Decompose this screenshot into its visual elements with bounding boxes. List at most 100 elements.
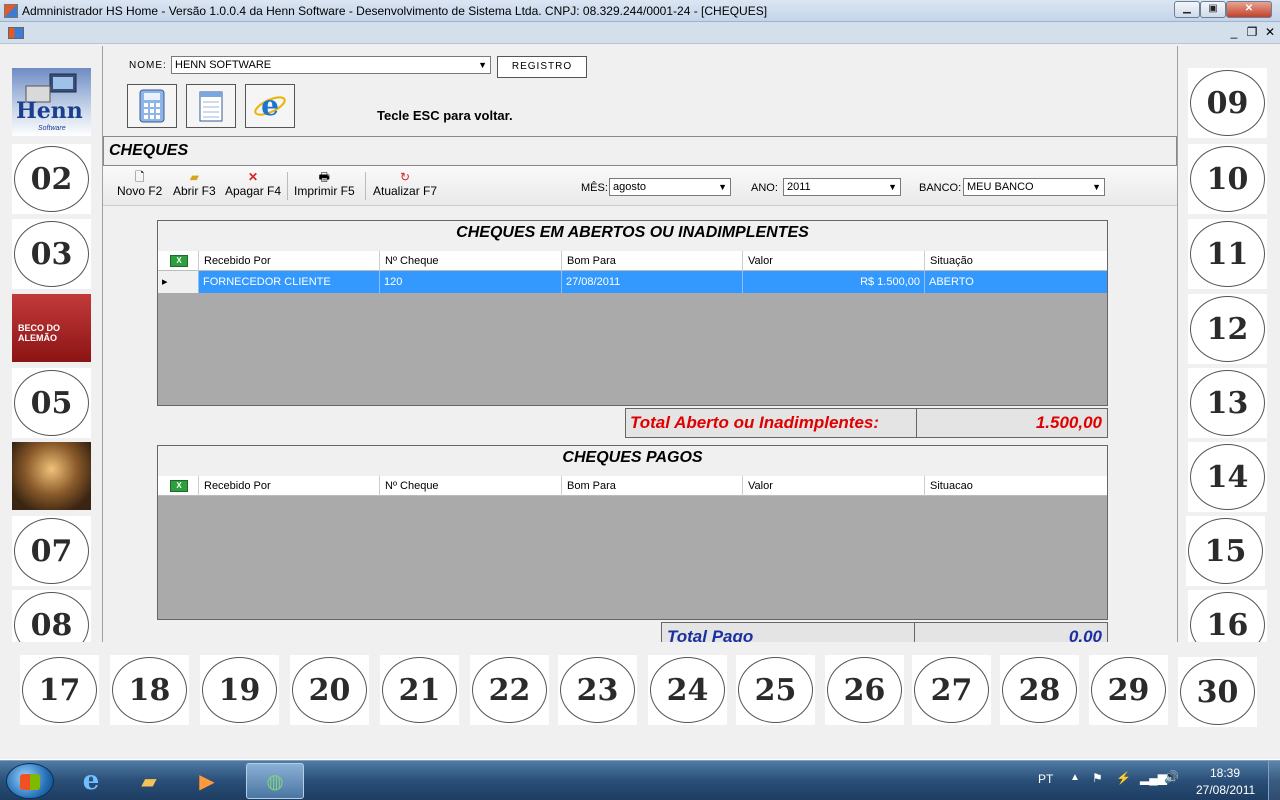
taskbar-media-player[interactable]: ▶	[178, 763, 236, 799]
shortcut-12[interactable]: 12	[1188, 294, 1267, 364]
shortcut-18[interactable]: 18	[110, 655, 189, 725]
excel-export-icon[interactable]: X	[170, 480, 188, 492]
cell-numero-cheque[interactable]: 120	[379, 271, 561, 293]
shortcut-17[interactable]: 17	[20, 655, 99, 725]
shortcut-07[interactable]: 07	[12, 516, 91, 586]
volume-icon[interactable]: 🔊	[1164, 770, 1179, 784]
shortcut-08[interactable]: 08	[12, 590, 91, 642]
mall-image-tile[interactable]	[12, 442, 91, 510]
shortcut-28[interactable]: 28	[1000, 655, 1079, 725]
cheques-header: CHEQUES	[103, 136, 1177, 166]
shortcut-05[interactable]: 05	[12, 368, 91, 438]
ano-select[interactable]: 2011 ▼	[783, 178, 901, 196]
column-numero-cheque[interactable]: Nº Cheque	[379, 476, 561, 496]
mes-select[interactable]: agosto ▼	[609, 178, 731, 196]
mdi-restore-button[interactable]: ❐	[1244, 25, 1260, 39]
shortcut-26[interactable]: 26	[825, 655, 904, 725]
maximize-button[interactable]: ▣	[1200, 1, 1226, 18]
shortcut-16[interactable]: 16	[1188, 590, 1267, 642]
shortcut-30[interactable]: 30	[1178, 657, 1257, 727]
mdi-close-button[interactable]: ✕	[1262, 25, 1278, 39]
shortcut-11[interactable]: 11	[1188, 219, 1267, 289]
start-button[interactable]	[6, 763, 54, 799]
power-icon[interactable]: ⚡	[1116, 771, 1131, 785]
shortcut-21[interactable]: 21	[380, 655, 459, 725]
toolbar: 🗋 Novo F2 ▰ Abrir F3 ✕ Apagar F4 🖶 Impri…	[103, 166, 1177, 206]
henn-software-tile[interactable]: Henn Software	[12, 68, 91, 136]
shortcut-23[interactable]: 23	[558, 655, 637, 725]
network-signal-icon[interactable]: ▂▄▆	[1140, 771, 1167, 785]
imprimir-button[interactable]: 🖶 Imprimir F5	[294, 170, 355, 198]
shortcut-27[interactable]: 27	[912, 655, 991, 725]
shortcut-25[interactable]: 25	[736, 655, 815, 725]
taskbar-hs-home[interactable]: ◍	[246, 763, 304, 799]
cell-valor[interactable]: R$ 1.500,00	[742, 271, 924, 293]
clock-time[interactable]: 18:39	[1210, 766, 1240, 780]
cell-bom-para[interactable]: 27/08/2011	[561, 271, 742, 293]
calculator-button[interactable]	[127, 84, 177, 128]
svg-text:e: e	[261, 89, 279, 122]
shortcut-15[interactable]: 15	[1186, 516, 1265, 586]
close-button[interactable]: ✕	[1226, 1, 1272, 18]
open-cheques-grid[interactable]: X Recebido Por Nº Cheque Bom Para Valor …	[158, 251, 1107, 405]
media-player-icon: ▶	[199, 770, 215, 793]
action-center-flag-icon[interactable]: ⚑	[1092, 771, 1103, 785]
apagar-button[interactable]: ✕ Apagar F4	[225, 170, 281, 198]
chevron-down-icon: ▼	[1092, 182, 1101, 192]
shortcut-03[interactable]: 03	[12, 219, 91, 289]
paid-cheques-panel: CHEQUES PAGOS X Recebido Por Nº Cheque B…	[157, 445, 1108, 620]
shortcut-22[interactable]: 22	[470, 655, 549, 725]
beco-do-alemao-tile[interactable]: BECO DO ALEMÃO	[12, 294, 91, 362]
shortcut-29[interactable]: 29	[1089, 655, 1168, 725]
column-numero-cheque[interactable]: Nº Cheque	[379, 251, 561, 271]
shortcut-09[interactable]: 09	[1188, 68, 1267, 138]
total-aberto-label: Total Aberto ou Inadimplentes:	[625, 408, 917, 438]
grid-header: X Recebido Por Nº Cheque Bom Para Valor …	[158, 251, 1107, 271]
table-row[interactable]: ▸ FORNECEDOR CLIENTE 120 27/08/2011 R$ 1…	[158, 271, 1107, 293]
nome-select[interactable]: HENN SOFTWARE ▼	[171, 56, 491, 74]
shortcut-14[interactable]: 14	[1188, 442, 1267, 512]
shortcut-02[interactable]: 02	[12, 144, 91, 214]
show-desktop-button[interactable]	[1268, 761, 1280, 800]
column-valor[interactable]: Valor	[742, 476, 924, 496]
language-indicator[interactable]: PT	[1038, 772, 1053, 786]
row-selector-icon[interactable]: ▸	[158, 271, 198, 293]
shortcut-19[interactable]: 19	[200, 655, 279, 725]
registro-button[interactable]: REGISTRO	[497, 56, 587, 78]
show-hidden-icons[interactable]: ▲	[1070, 772, 1080, 783]
column-recebido-por[interactable]: Recebido Por	[198, 251, 379, 271]
banco-select[interactable]: MEU BANCO ▼	[963, 178, 1105, 196]
column-situacao[interactable]: Situacao	[924, 476, 1107, 496]
shortcut-10[interactable]: 10	[1188, 144, 1267, 214]
abrir-button[interactable]: ▰ Abrir F3	[173, 170, 216, 198]
shortcut-24[interactable]: 24	[648, 655, 727, 725]
open-cheques-title: CHEQUES EM ABERTOS OU INADIMPLENTES	[456, 224, 809, 241]
chevron-down-icon: ▼	[888, 182, 897, 192]
shortcut-13[interactable]: 13	[1188, 368, 1267, 438]
notepad-button[interactable]	[186, 84, 236, 128]
column-bom-para[interactable]: Bom Para	[561, 251, 742, 271]
total-pago-value: 0,00	[914, 622, 1108, 642]
clock-date[interactable]: 27/08/2011	[1196, 783, 1255, 797]
window-title: Admninistrador HS Home - Versão 1.0.0.4 …	[22, 4, 768, 18]
delete-icon: ✕	[247, 170, 259, 184]
shortcut-20[interactable]: 20	[290, 655, 369, 725]
excel-export-icon[interactable]: X	[170, 255, 188, 267]
cell-recebido-por[interactable]: FORNECEDOR CLIENTE	[198, 271, 379, 293]
calculator-icon	[139, 89, 165, 123]
atualizar-button[interactable]: ↻ Atualizar F7	[373, 170, 437, 198]
mdi-minimize-button[interactable]: _	[1226, 25, 1242, 39]
taskbar-ie[interactable]: e	[62, 763, 120, 799]
internet-explorer-button[interactable]: e	[245, 84, 295, 128]
novo-button[interactable]: 🗋 Novo F2	[117, 170, 162, 198]
column-recebido-por[interactable]: Recebido Por	[198, 476, 379, 496]
mes-label: MÊS:	[581, 182, 608, 194]
child-window-icon[interactable]	[8, 27, 24, 39]
paid-cheques-grid[interactable]: X Recebido Por Nº Cheque Bom Para Valor …	[158, 476, 1107, 619]
column-valor[interactable]: Valor	[742, 251, 924, 271]
column-bom-para[interactable]: Bom Para	[561, 476, 742, 496]
taskbar-explorer[interactable]: ▰	[120, 763, 178, 799]
minimize-button[interactable]: ▁	[1174, 1, 1200, 18]
column-situacao[interactable]: Situação	[924, 251, 1107, 271]
cell-situacao[interactable]: ABERTO	[924, 271, 1107, 293]
